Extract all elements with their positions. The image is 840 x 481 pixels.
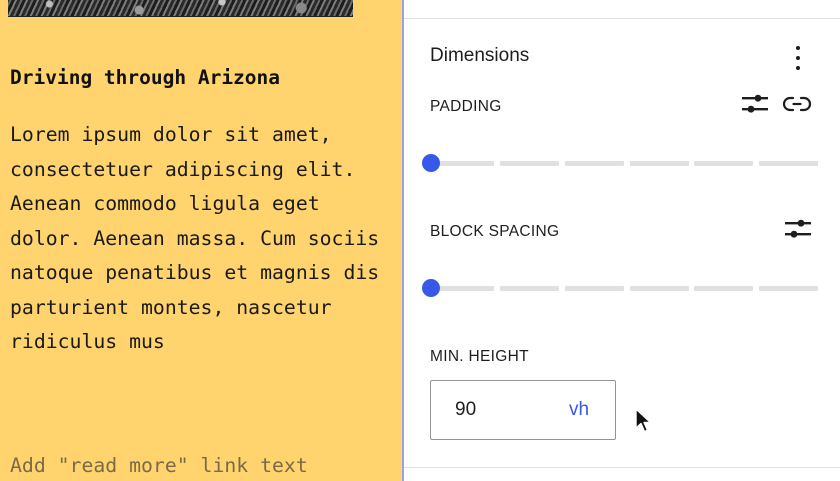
min-height-field: vh [430,380,616,440]
min-height-label: MIN. HEIGHT [430,348,529,365]
padding-slider[interactable] [422,153,818,173]
dimensions-panel-title: Dimensions [430,45,530,66]
more-vertical-icon[interactable] [786,42,810,74]
featured-image[interactable] [8,0,353,17]
block-settings-sidebar: Dimensions PADDING BLOCK SPACING MIN. HE… [404,0,840,481]
post-title[interactable]: Driving through Arizona [10,66,280,89]
panel-divider-top [404,18,840,19]
padding-slider-thumb[interactable] [422,154,440,172]
read-more-link-input[interactable]: Add "read more" link text [10,451,308,481]
block-spacing-label: BLOCK SPACING [430,223,560,240]
min-height-unit-select[interactable]: vh [569,399,589,421]
block-spacing-slider-thumb[interactable] [422,279,440,297]
sliders-icon[interactable] [782,213,814,245]
post-excerpt[interactable]: Lorem ipsum dolor sit amet, consectetuer… [10,118,390,360]
editor-canvas[interactable]: Driving through Arizona Lorem ipsum dolo… [0,0,402,481]
sliders-icon[interactable] [739,88,771,120]
block-spacing-slider[interactable] [422,278,818,298]
panel-divider-bottom [404,467,840,468]
padding-label: PADDING [430,98,502,115]
min-height-input[interactable] [431,381,575,439]
unlink-icon[interactable] [781,88,813,120]
mouse-cursor-icon [635,408,652,433]
